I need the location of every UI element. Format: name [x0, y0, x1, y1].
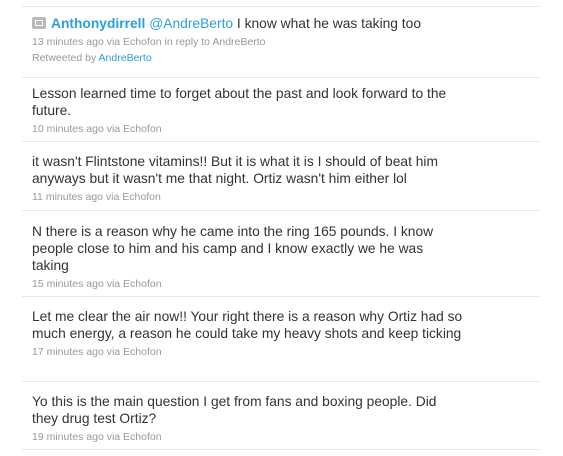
- tweet-item[interactable]: Let me clear the air now!! Your right th…: [22, 297, 540, 382]
- tweet-meta[interactable]: 11 minutes ago via Echofon: [22, 190, 540, 204]
- retweeted-by-line: Retweeted by AndreBerto: [22, 51, 540, 65]
- tweet-meta[interactable]: 10 minutes ago via Echofon: [22, 122, 540, 136]
- tweet-item[interactable]: it wasn't Flintstone vitamins!! But it i…: [22, 142, 540, 211]
- tweet-text: I know what he was taking too: [233, 16, 421, 31]
- tweet-text: Let me clear the air now!! Your right th…: [32, 309, 463, 341]
- tweet-mention[interactable]: @AndreBerto: [149, 16, 233, 31]
- retweet-icon: [32, 17, 46, 29]
- tweet-item[interactable]: Anthonydirrell @AndreBerto I know what he…: [22, 6, 540, 78]
- tweet-timeline: Anthonydirrell @AndreBerto I know what he…: [0, 0, 563, 456]
- tweet-item[interactable]: N there is a reason why he came into the…: [22, 211, 540, 297]
- tweet-item[interactable]: Yo this is the main question I get from …: [22, 382, 540, 450]
- tweet-text: it wasn't Flintstone vitamins!! But it i…: [32, 154, 438, 186]
- tweet-text-line: Anthonydirrell @AndreBerto I know what he…: [22, 7, 540, 32]
- tweet-text: Lesson learned time to forget about the …: [32, 86, 447, 118]
- tweet-meta[interactable]: 19 minutes ago via Echofon: [22, 430, 540, 444]
- retweeted-prefix: Retweeted by: [32, 52, 99, 64]
- tweet-meta[interactable]: 17 minutes ago via Echofon: [22, 345, 540, 359]
- tweet-username[interactable]: Anthonydirrell: [51, 16, 145, 31]
- tweet-meta[interactable]: 15 minutes ago via Echofon: [22, 277, 540, 291]
- tweet-text: N there is a reason why he came into the…: [32, 224, 434, 273]
- tweet-text: Yo this is the main question I get from …: [32, 394, 437, 426]
- tweet-meta[interactable]: 13 minutes ago via Echofon in reply to A…: [22, 35, 540, 49]
- tweet-item[interactable]: Lesson learned time to forget about the …: [22, 77, 540, 142]
- retweeted-by-user[interactable]: AndreBerto: [99, 52, 152, 64]
